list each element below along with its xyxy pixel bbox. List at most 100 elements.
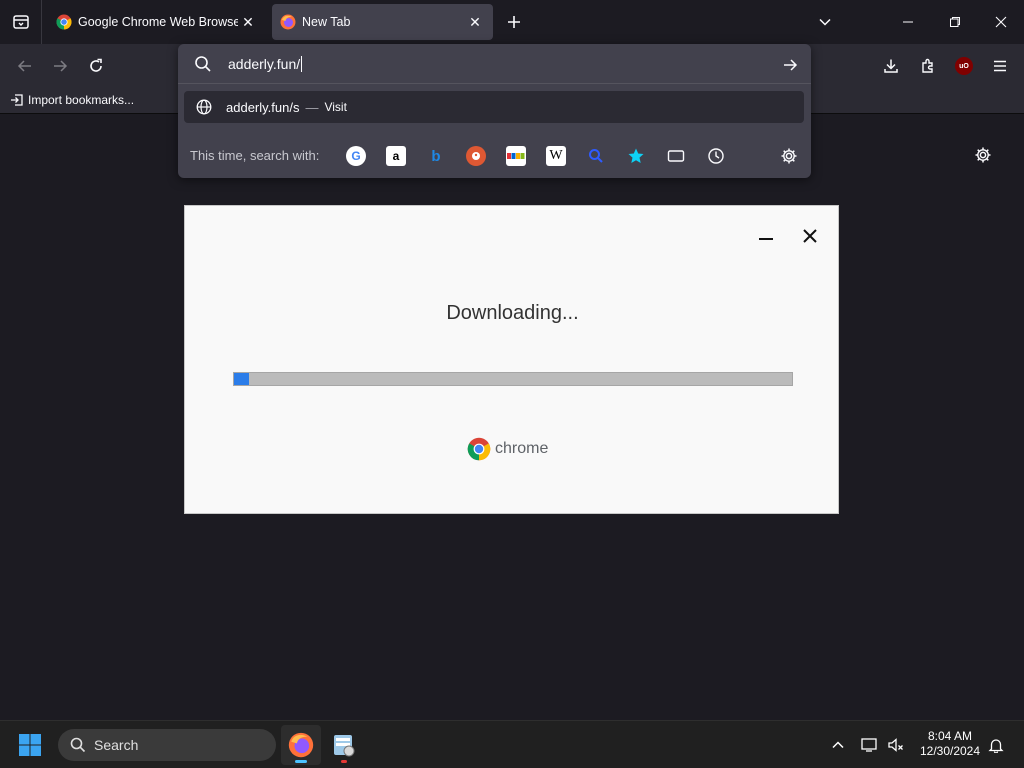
amazon-icon: a bbox=[392, 149, 400, 163]
ebay-engine-button[interactable] bbox=[506, 146, 526, 166]
ublock-origin-button[interactable]: uO bbox=[950, 52, 978, 80]
reload-icon bbox=[90, 58, 102, 72]
bell-icon bbox=[988, 739, 1004, 753]
search-icon bbox=[589, 149, 603, 163]
brand-label: chrome bbox=[495, 440, 549, 457]
list-all-tabs-button[interactable] bbox=[0, 0, 42, 44]
restore-icon bbox=[950, 17, 960, 27]
suggestion-action: Visit bbox=[324, 100, 347, 114]
tab-overflow-button[interactable] bbox=[811, 8, 839, 36]
taskbar-search-label: Search bbox=[94, 737, 139, 753]
tabs-shortcut-button[interactable] bbox=[666, 146, 686, 166]
popup-title: Downloading... bbox=[446, 302, 579, 324]
new-tab-button[interactable] bbox=[502, 10, 526, 34]
one-off-search-row: This time, search with: G a b W bbox=[178, 136, 811, 176]
duckduckgo-icon bbox=[472, 152, 480, 160]
notifications-button[interactable] bbox=[984, 733, 1008, 757]
tab-new-tab[interactable]: New Tab ✕ bbox=[272, 4, 493, 40]
popup-minimize-button[interactable] bbox=[756, 233, 776, 245]
ebay-icon bbox=[507, 153, 525, 159]
windows-taskbar: Search 8:04 AM 12/30/2024 bbox=[0, 720, 1024, 768]
installer-icon bbox=[334, 735, 355, 757]
downloads-button[interactable] bbox=[877, 52, 905, 80]
bing-icon: b bbox=[431, 147, 441, 165]
download-icon bbox=[884, 59, 898, 73]
volume-button[interactable] bbox=[884, 733, 908, 757]
ublock-origin-icon: uO bbox=[955, 57, 973, 75]
url-input-row[interactable]: adderly.fun/ bbox=[178, 44, 811, 84]
urlbar-dropdown: adderly.fun/ adderly.fun/s — Visit This … bbox=[178, 44, 811, 178]
extensions-button[interactable] bbox=[914, 52, 942, 80]
chevron-down-icon bbox=[819, 18, 831, 26]
minimize-window-button[interactable] bbox=[894, 8, 922, 36]
close-tab-icon[interactable]: ✕ bbox=[465, 12, 485, 32]
chrome-favicon-icon bbox=[56, 14, 72, 30]
clock-icon bbox=[708, 148, 724, 164]
import-bookmarks-label: Import bookmarks... bbox=[28, 93, 135, 107]
url-input-value: adderly.fun/ bbox=[228, 56, 301, 72]
customize-new-tab-button[interactable] bbox=[972, 144, 994, 166]
chrome-logo: chrome bbox=[467, 437, 548, 461]
history-shortcut-button[interactable] bbox=[706, 146, 726, 166]
restore-window-button[interactable] bbox=[941, 8, 969, 36]
close-window-button[interactable] bbox=[987, 8, 1015, 36]
taskbar-search-box[interactable]: Search bbox=[58, 729, 276, 761]
star-icon bbox=[628, 148, 644, 163]
close-tab-icon[interactable]: ✕ bbox=[238, 12, 258, 32]
download-popup: Downloading... chrome bbox=[184, 205, 839, 514]
active-indicator bbox=[295, 760, 307, 763]
tab-icon bbox=[667, 150, 685, 162]
arrow-right-icon bbox=[54, 60, 68, 72]
minimize-icon bbox=[759, 238, 773, 240]
duckduckgo-engine-button[interactable] bbox=[466, 146, 486, 166]
chrome-logo-icon bbox=[467, 437, 491, 461]
tab-title: New Tab bbox=[302, 15, 351, 29]
plus-icon bbox=[508, 16, 520, 28]
tab-title: Google Chrome Web Browser bbox=[78, 15, 238, 29]
network-status-button[interactable] bbox=[858, 733, 882, 757]
gear-icon bbox=[975, 147, 991, 163]
popup-close-button[interactable] bbox=[798, 224, 822, 248]
tab-list-icon bbox=[12, 15, 29, 29]
taskbar-clock[interactable]: 8:04 AM 12/30/2024 bbox=[914, 729, 986, 759]
arrow-left-icon bbox=[17, 60, 31, 72]
network-icon bbox=[861, 738, 877, 752]
import-bookmarks-button[interactable]: Import bookmarks... bbox=[10, 91, 134, 109]
windows-logo-icon bbox=[19, 734, 41, 756]
suggestion-url: adderly.fun/s bbox=[226, 99, 300, 115]
wikipedia-engine-button[interactable]: W bbox=[546, 146, 566, 166]
reload-button[interactable] bbox=[82, 52, 110, 80]
back-button[interactable] bbox=[11, 52, 39, 80]
download-progress-bar bbox=[233, 372, 793, 386]
taskbar-installer-app[interactable] bbox=[324, 725, 364, 765]
url-suggestion-row[interactable]: adderly.fun/s — Visit bbox=[184, 91, 804, 123]
bookmarks-shortcut-button[interactable] bbox=[626, 146, 646, 166]
speaker-muted-icon bbox=[888, 738, 903, 752]
close-icon bbox=[803, 229, 817, 243]
go-button[interactable] bbox=[779, 54, 801, 76]
forward-button[interactable] bbox=[46, 52, 74, 80]
tab-bar: Google Chrome Web Browser ✕ New Tab ✕ bbox=[0, 0, 1024, 44]
app-menu-button[interactable] bbox=[986, 52, 1014, 80]
search-with-label: This time, search with: bbox=[190, 148, 320, 163]
taskbar-firefox[interactable] bbox=[281, 725, 321, 765]
search-shortcut-button[interactable] bbox=[586, 146, 606, 166]
google-engine-button[interactable]: G bbox=[346, 146, 366, 166]
globe-icon bbox=[196, 99, 212, 115]
hamburger-menu-icon bbox=[994, 60, 1006, 72]
url-input[interactable]: adderly.fun/ bbox=[228, 56, 303, 72]
firefox-favicon-icon bbox=[280, 14, 296, 30]
amazon-engine-button[interactable]: a bbox=[386, 146, 406, 166]
bing-engine-button[interactable]: b bbox=[426, 146, 446, 166]
import-icon bbox=[11, 94, 23, 106]
attention-indicator bbox=[341, 760, 347, 763]
search-settings-button[interactable] bbox=[779, 146, 799, 166]
puzzle-icon bbox=[922, 58, 933, 73]
tab-google-chrome[interactable]: Google Chrome Web Browser ✕ bbox=[48, 4, 266, 40]
start-button[interactable] bbox=[18, 733, 42, 757]
clock-date: 12/30/2024 bbox=[919, 744, 981, 758]
wikipedia-icon: W bbox=[549, 148, 563, 163]
gear-icon bbox=[781, 148, 797, 164]
show-hidden-icons-button[interactable] bbox=[826, 733, 850, 757]
text-caret bbox=[301, 56, 303, 72]
